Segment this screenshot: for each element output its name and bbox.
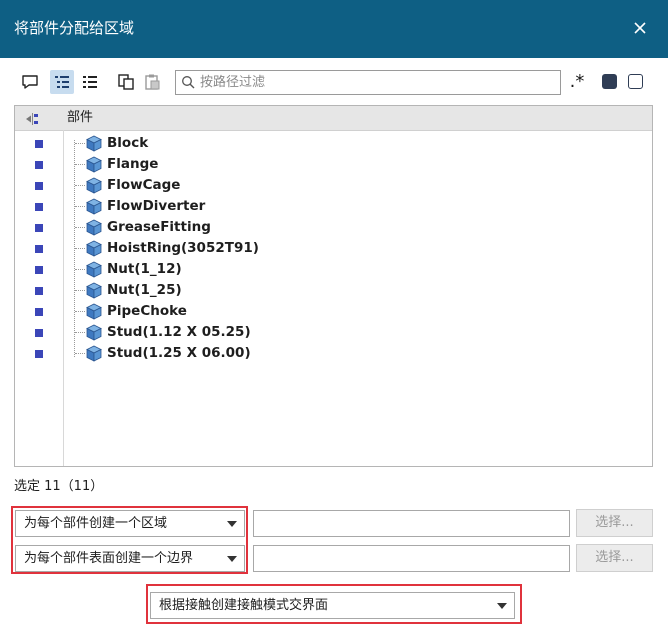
dropdown-arrow-icon: [497, 603, 507, 609]
part-icon: [85, 198, 103, 219]
select-all-icon[interactable]: [602, 74, 617, 89]
part-label: Nut(1_25): [107, 282, 182, 298]
part-label: GreaseFitting: [107, 219, 211, 235]
region-select-button[interactable]: 选择...: [576, 509, 653, 537]
search-icon: [182, 76, 195, 89]
path-filter-box[interactable]: [175, 70, 561, 95]
interface-mode-value: 根据接触创建接触模式交界面: [159, 598, 329, 613]
part-label: Stud(1.25 X 06.00): [107, 345, 251, 361]
selection-marker: [35, 245, 43, 253]
selection-marker: [35, 308, 43, 316]
toolbar: .*: [0, 62, 668, 102]
boundary-mode-select[interactable]: 为每个部件表面创建一个边界: [15, 545, 245, 572]
tree-row[interactable]: Stud(1.12 X 05.25): [15, 322, 652, 343]
tree-branch: [75, 248, 85, 250]
tree-branch: [75, 311, 85, 313]
tree-row[interactable]: Nut(1_12): [15, 259, 652, 280]
region-mode-value: 为每个部件创建一个区域: [24, 516, 168, 531]
selection-marker: [35, 161, 43, 169]
part-icon: [85, 240, 103, 261]
part-icon: [85, 135, 103, 156]
tree-branch: [75, 353, 85, 355]
selection-marker: [35, 329, 43, 337]
list-view-icon[interactable]: [78, 70, 102, 94]
part-label: FlowCage: [107, 177, 181, 193]
tree-row[interactable]: Nut(1_25): [15, 280, 652, 301]
tree-view-icon[interactable]: [50, 70, 74, 94]
paste-icon[interactable]: [140, 70, 164, 94]
parts-tree: 部件 Block Flange FlowCage FlowDiverter Gr…: [14, 105, 653, 467]
tree-row[interactable]: Stud(1.25 X 06.00): [15, 343, 652, 364]
tree-row[interactable]: FlowDiverter: [15, 196, 652, 217]
part-label: Block: [107, 135, 149, 151]
part-icon: [85, 324, 103, 345]
part-icon: [85, 177, 103, 198]
part-label: FlowDiverter: [107, 198, 206, 214]
selection-marker: [35, 350, 43, 358]
tree-row[interactable]: Block: [15, 133, 652, 154]
collapse-tree-icon[interactable]: [25, 111, 41, 130]
dialog-title: 将部件分配给区域: [14, 19, 135, 37]
boundary-select-button[interactable]: 选择...: [576, 544, 653, 572]
tree-row[interactable]: Flange: [15, 154, 652, 175]
tree-branch: [75, 164, 85, 166]
region-mode-select[interactable]: 为每个部件创建一个区域: [15, 510, 245, 537]
selection-status: 选定 11（11）: [14, 479, 104, 494]
tree-branch: [75, 332, 85, 334]
part-label: HoistRing(3052T91): [107, 240, 259, 256]
tree-branch: [75, 143, 85, 145]
selection-marker: [35, 266, 43, 274]
dropdown-arrow-icon: [227, 521, 237, 527]
copy-icon[interactable]: [114, 70, 138, 94]
part-label: Stud(1.12 X 05.25): [107, 324, 251, 340]
close-icon[interactable]: [626, 14, 654, 42]
tree-row[interactable]: HoistRing(3052T91): [15, 238, 652, 259]
tree-row[interactable]: FlowCage: [15, 175, 652, 196]
path-filter-input[interactable]: [200, 73, 550, 92]
part-icon: [85, 156, 103, 177]
region-name-field[interactable]: [253, 510, 570, 537]
selection-marker: [35, 182, 43, 190]
tree-header-label: 部件: [67, 110, 94, 125]
part-icon: [85, 303, 103, 324]
dialog-titlebar: 将部件分配给区域: [0, 0, 668, 58]
selection-marker: [35, 140, 43, 148]
part-icon: [85, 282, 103, 303]
tree-header: 部件: [15, 106, 652, 131]
boundary-name-field[interactable]: [253, 545, 570, 572]
selection-marker: [35, 224, 43, 232]
tree-branch: [75, 269, 85, 271]
part-label: PipeChoke: [107, 303, 187, 319]
tree-branch: [75, 185, 85, 187]
part-icon: [85, 261, 103, 282]
boundary-mode-value: 为每个部件表面创建一个边界: [24, 551, 194, 566]
comment-icon[interactable]: [18, 70, 42, 94]
tree-branch: [75, 227, 85, 229]
part-icon: [85, 219, 103, 240]
tree-branch: [75, 206, 85, 208]
selection-marker: [35, 203, 43, 211]
part-label: Flange: [107, 156, 159, 172]
dropdown-arrow-icon: [227, 556, 237, 562]
assign-parts-dialog: 将部件分配给区域 .*: [0, 0, 668, 627]
part-icon: [85, 345, 103, 366]
select-none-icon[interactable]: [628, 74, 643, 89]
boundary-name-input[interactable]: [254, 546, 569, 571]
part-label: Nut(1_12): [107, 261, 182, 277]
interface-mode-select[interactable]: 根据接触创建接触模式交界面: [150, 592, 515, 619]
tree-row[interactable]: GreaseFitting: [15, 217, 652, 238]
selection-marker: [35, 287, 43, 295]
region-name-input[interactable]: [254, 511, 569, 536]
tree-branch: [75, 290, 85, 292]
tree-row[interactable]: PipeChoke: [15, 301, 652, 322]
regex-toggle[interactable]: .*: [565, 70, 589, 94]
